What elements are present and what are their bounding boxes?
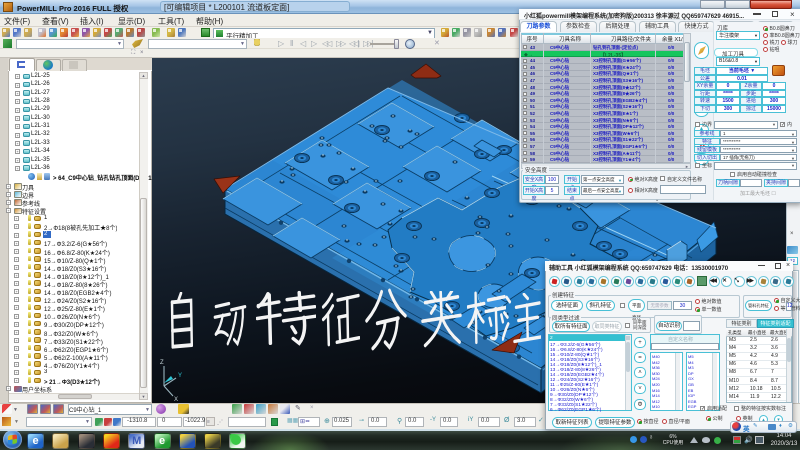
svg-text:Y: Y [178,373,182,379]
svg-text:Z: Z [160,360,164,366]
